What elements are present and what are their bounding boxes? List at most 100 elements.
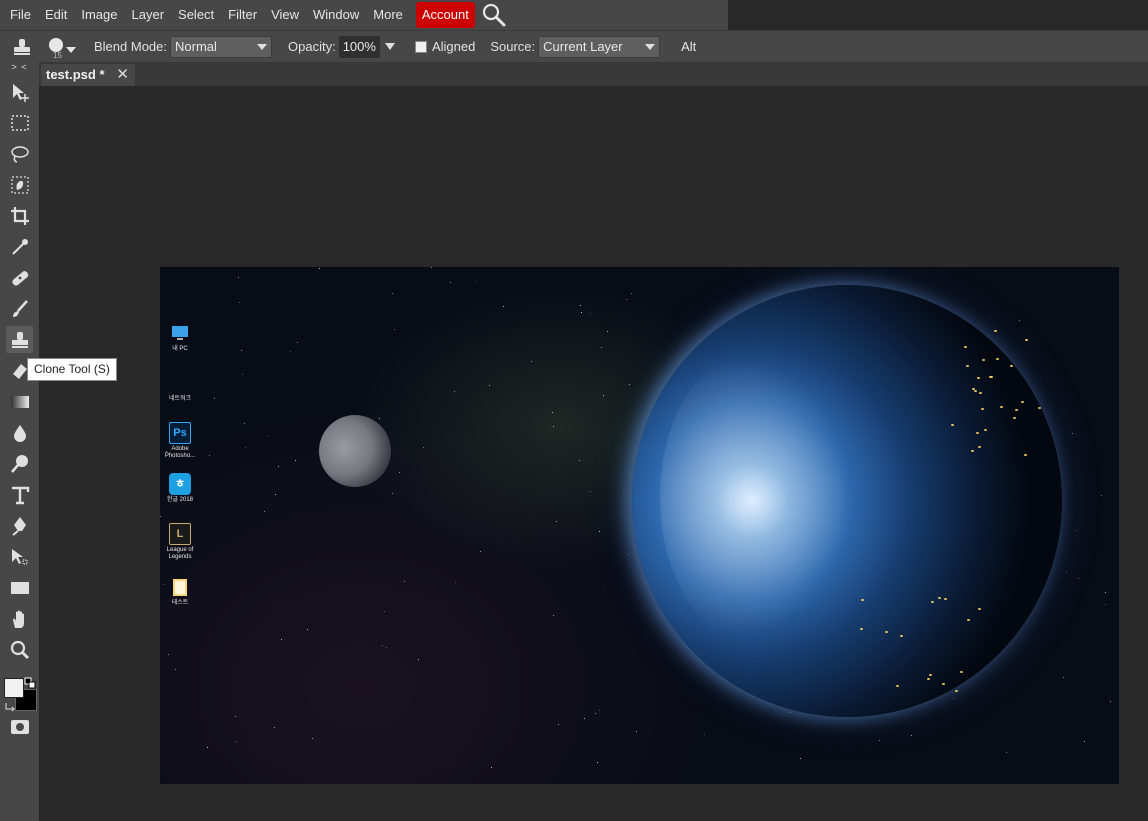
- hand-tool[interactable]: [6, 605, 33, 632]
- star: [454, 391, 455, 392]
- star: [423, 447, 424, 448]
- star: [175, 669, 176, 670]
- star: [1078, 578, 1079, 579]
- blend-mode-value: Normal: [175, 39, 217, 54]
- star: [404, 581, 405, 582]
- star: [207, 747, 208, 748]
- city-light: [942, 683, 945, 685]
- star: [603, 395, 604, 396]
- reset-colors-icon[interactable]: [4, 700, 16, 712]
- city-light: [994, 330, 997, 332]
- menu-filter[interactable]: Filter: [221, 2, 264, 28]
- alt-label[interactable]: Alt: [681, 39, 696, 54]
- blur-tool[interactable]: [6, 419, 33, 446]
- pen-tool[interactable]: [6, 512, 33, 539]
- star: [1019, 320, 1020, 321]
- menu-more[interactable]: More: [366, 2, 410, 28]
- quick-selection-tool[interactable]: [6, 171, 33, 198]
- star: [601, 347, 602, 348]
- crop-icon: [10, 206, 29, 225]
- menu-file[interactable]: File: [3, 2, 38, 28]
- blend-mode-dropdown[interactable]: Normal: [170, 35, 272, 58]
- marquee-tool[interactable]: [6, 109, 33, 136]
- menu-select[interactable]: Select: [171, 2, 221, 28]
- city-light: [955, 690, 958, 692]
- quick-mask-icon: [11, 720, 29, 734]
- lasso-tool[interactable]: [6, 140, 33, 167]
- desktop-icon-folder: 테스트: [160, 576, 200, 607]
- menu-window[interactable]: Window: [306, 2, 366, 28]
- city-light: [1000, 406, 1003, 408]
- quick-selection-icon: [10, 175, 29, 194]
- star: [704, 734, 705, 735]
- star: [264, 511, 265, 512]
- clone-stamp-tool[interactable]: [6, 326, 33, 353]
- star: [629, 384, 630, 385]
- search-icon[interactable]: [481, 2, 507, 28]
- close-icon[interactable]: ✕: [116, 64, 129, 86]
- star: [599, 710, 600, 711]
- star: [581, 312, 582, 313]
- type-icon: [11, 486, 29, 504]
- star: [312, 738, 313, 739]
- menu-edit[interactable]: Edit: [38, 2, 74, 28]
- crop-tool[interactable]: [6, 202, 33, 229]
- shape-tool[interactable]: [6, 574, 33, 601]
- star: [579, 460, 580, 461]
- healing-tool[interactable]: [6, 264, 33, 291]
- aligned-checkbox[interactable]: [414, 40, 427, 53]
- menu-layer[interactable]: Layer: [125, 2, 172, 28]
- star: [431, 267, 432, 268]
- city-light: [860, 628, 863, 630]
- account-button[interactable]: Account: [415, 2, 475, 28]
- star: [235, 716, 236, 717]
- city-light: [861, 599, 864, 601]
- menu-view[interactable]: View: [264, 2, 306, 28]
- desktop-icon-hangul-label: 한글 2018: [166, 497, 194, 503]
- aligned-label: Aligned: [431, 39, 476, 54]
- dodge-tool[interactable]: [6, 450, 33, 477]
- swap-colors-icon[interactable]: [24, 676, 36, 689]
- desktop-icon-photoshop-label: Adobe Photosho...: [164, 446, 196, 459]
- chevron-down-icon: [645, 43, 656, 50]
- city-light: [960, 671, 963, 673]
- move-tool[interactable]: [6, 78, 33, 105]
- star: [531, 361, 532, 362]
- path-selection-tool[interactable]: [6, 543, 33, 570]
- city-light: [978, 446, 981, 448]
- type-tool[interactable]: [6, 481, 33, 508]
- desktop-icon-folder-label: 테스트: [171, 600, 189, 606]
- city-light: [1024, 454, 1027, 456]
- document-image[interactable]: 내 PC 네트워크 Ps Adobe Photosho... ㅎ 한글 2018…: [160, 267, 1119, 784]
- star: [489, 385, 490, 386]
- brush-preview-icon: [49, 37, 76, 53]
- brush-tool[interactable]: [6, 295, 33, 322]
- city-light: [927, 678, 930, 680]
- zoom-tool[interactable]: [6, 636, 33, 663]
- toolbox-collapse-button[interactable]: > <: [0, 62, 39, 72]
- star: [558, 724, 559, 725]
- city-light: [1038, 407, 1041, 409]
- canvas-area[interactable]: 내 PC 네트워크 Ps Adobe Photosho... ㅎ 한글 2018…: [39, 86, 1148, 821]
- quick-mask-button[interactable]: [10, 719, 30, 735]
- brush-size-picker[interactable]: 15: [44, 33, 80, 61]
- opacity-input[interactable]: 100%: [338, 35, 380, 58]
- gradient-tool[interactable]: [6, 388, 33, 415]
- star: [590, 491, 591, 492]
- star: [590, 313, 591, 314]
- brush-size-value: 15: [53, 50, 62, 60]
- document-tab[interactable]: test.psd * ✕: [41, 64, 135, 86]
- opacity-dropdown-arrow[interactable]: [384, 43, 395, 50]
- city-light: [981, 408, 984, 410]
- star: [1105, 604, 1106, 605]
- foreground-color-swatch[interactable]: [4, 678, 24, 698]
- menu-image[interactable]: Image: [74, 2, 124, 28]
- source-dropdown[interactable]: Current Layer: [538, 35, 661, 58]
- moon-image: [319, 415, 391, 487]
- menu-bar: File Edit Image Layer Select Filter View…: [0, 0, 728, 30]
- city-light: [964, 346, 967, 348]
- star: [275, 494, 276, 495]
- eyedropper-tool[interactable]: [6, 233, 33, 260]
- star: [628, 554, 629, 555]
- city-light: [996, 358, 999, 360]
